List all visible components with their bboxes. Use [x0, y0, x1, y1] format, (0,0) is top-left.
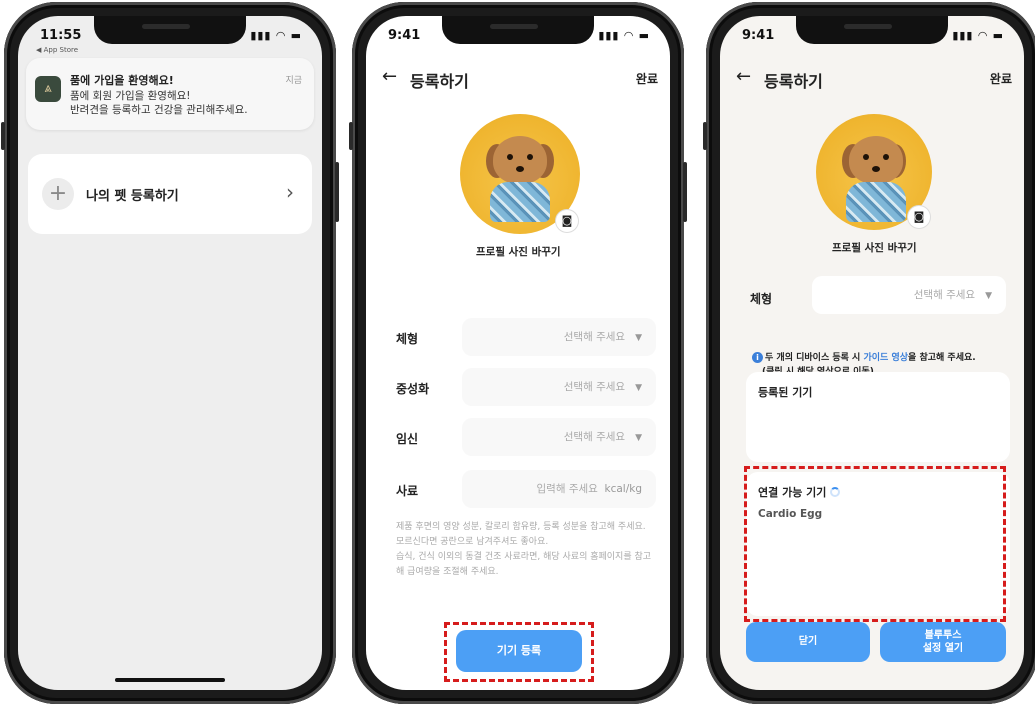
unit-label: kcal/kg — [604, 483, 643, 495]
pregnancy-select[interactable]: 선택해 주세요 ▼ — [462, 418, 656, 456]
dog-eye — [863, 154, 869, 160]
app-logo-icon: ⩓ — [35, 76, 61, 102]
highlight-box — [444, 622, 594, 682]
field-label-body-type: 체형 — [396, 332, 419, 346]
select-value: 선택해 주세요 — [563, 431, 626, 443]
dog-head — [493, 136, 547, 184]
dog-shirt — [490, 182, 550, 222]
back-arrow-icon[interactable]: ← — [382, 66, 397, 87]
open-bluetooth-settings-button[interactable]: 블루투스 설정 열기 — [880, 622, 1006, 662]
status-icons: ▮▮▮ ◠ ▬ — [250, 29, 302, 42]
register-my-pet-card[interactable]: + 나의 펫 등록하기 › — [28, 154, 312, 234]
page-title: 등록하기 — [410, 72, 469, 91]
home-screen: 11:55 ▮▮▮ ◠ ▬ ◀ App Store ⩓ 품에 가입을 환영해요!… — [18, 16, 322, 690]
side-button — [349, 122, 353, 150]
button-line: 설정 열기 — [922, 643, 964, 654]
plus-icon: + — [42, 178, 74, 210]
notch — [796, 16, 948, 44]
welcome-notification[interactable]: ⩓ 품에 가입을 환영해요! 품에 회원 가입을 환영해요! 반려견을 등록하고… — [26, 58, 314, 130]
side-button — [683, 162, 687, 222]
register-my-pet-label: 나의 펫 등록하기 — [86, 189, 179, 204]
field-label-feed: 사료 — [396, 484, 419, 498]
register-screen: 9:41 ▮▮▮ ◠ ▬ ← 등록하기 완료 ◙ 프로필 사진 바꾸기 체형 선… — [366, 16, 670, 690]
dog-shirt — [846, 182, 906, 222]
status-icons: ▮▮▮ ◠ ▬ — [598, 29, 650, 42]
guide-line: 모르신다면 공란으로 남겨주셔도 좋아요. — [396, 537, 549, 547]
close-button[interactable]: 닫기 — [746, 622, 870, 662]
notch — [442, 16, 594, 44]
registered-devices-title: 등록된 기기 — [758, 386, 813, 399]
back-arrow-icon[interactable]: ← — [736, 66, 751, 87]
device-connect-screen: 9:41 ▮▮▮ ◠ ▬ ← 등록하기 완료 ◙ 프로필 사진 바꾸기 체형 선… — [720, 16, 1024, 690]
field-label-neutered: 중성화 — [396, 382, 430, 396]
side-button — [703, 122, 707, 150]
dog-eye — [527, 154, 533, 160]
caret-down-icon: ▼ — [635, 383, 642, 393]
status-time: 9:41 — [388, 28, 421, 43]
feed-calorie-input[interactable]: 입력해 주세요 kcal/kg — [462, 470, 656, 508]
caret-down-icon: ▼ — [635, 333, 642, 343]
home-indicator[interactable] — [115, 678, 225, 682]
dog-eye — [507, 154, 513, 160]
change-profile-photo[interactable]: 프로필 사진 바꾸기 — [832, 240, 917, 255]
page-title: 등록하기 — [764, 72, 823, 91]
dog-nose — [872, 166, 880, 172]
guide-video-link[interactable]: 가이드 영상 — [863, 353, 908, 363]
notification-line: 반려견을 등록하고 건강을 관리해주세요. — [70, 104, 248, 116]
notice-text: 두 개의 디바이스 등록 시 — [765, 353, 861, 363]
feed-guide-text: 제품 후면의 영양 성분, 칼로리 함유량, 등록 성분을 참고해 주세요. 모… — [396, 520, 656, 580]
notification-line: 품에 회원 가입을 환영해요! — [70, 90, 191, 102]
dog-head — [849, 136, 903, 184]
camera-icon[interactable]: ◙ — [908, 206, 930, 228]
notification-time: 지금 — [285, 76, 302, 86]
side-button — [1, 122, 5, 150]
body-type-select[interactable]: 선택해 주세요 ▼ — [462, 318, 656, 356]
chevron-right-icon: › — [286, 180, 294, 204]
dog-nose — [516, 166, 524, 172]
phone-frame-notification: 11:55 ▮▮▮ ◠ ▬ ◀ App Store ⩓ 품에 가입을 환영해요!… — [1, 2, 339, 704]
phone-frame-register: 9:41 ▮▮▮ ◠ ▬ ← 등록하기 완료 ◙ 프로필 사진 바꾸기 체형 선… — [349, 2, 687, 704]
select-value: 선택해 주세요 — [913, 289, 976, 301]
highlight-box — [744, 466, 1006, 622]
two-device-guide-notice[interactable]: i두 개의 디바이스 등록 시 가이드 영상을 참고해 주세요. — [752, 350, 976, 363]
side-button — [335, 162, 339, 222]
status-time: 11:55 — [40, 28, 82, 43]
phone-frame-devices: 9:41 ▮▮▮ ◠ ▬ ← 등록하기 완료 ◙ 프로필 사진 바꾸기 체형 선… — [703, 2, 1035, 704]
select-value: 선택해 주세요 — [563, 381, 626, 393]
info-icon: i — [752, 352, 763, 363]
status-time: 9:41 — [742, 28, 775, 43]
notification-title: 품에 가입을 환영해요! — [70, 74, 174, 87]
button-line: 블루투스 — [924, 630, 962, 641]
done-button[interactable]: 완료 — [990, 70, 1012, 87]
status-icons: ▮▮▮ ◠ ▬ — [952, 29, 1004, 42]
guide-line: 제품 후면의 영양 성분, 칼로리 함유량, 등록 성분을 참고해 주세요. — [396, 522, 646, 532]
field-label-pregnancy: 임신 — [396, 432, 419, 446]
change-profile-photo[interactable]: 프로필 사진 바꾸기 — [476, 244, 561, 259]
select-value: 선택해 주세요 — [563, 331, 626, 343]
caret-down-icon: ▼ — [985, 291, 992, 301]
camera-icon[interactable]: ◙ — [556, 210, 578, 232]
body-type-select[interactable]: 선택해 주세요 ▼ — [812, 276, 1006, 314]
done-button[interactable]: 완료 — [636, 70, 658, 87]
dog-eye — [883, 154, 889, 160]
field-label-body-type: 체형 — [750, 292, 773, 306]
notch — [94, 16, 246, 44]
caret-down-icon: ▼ — [635, 433, 642, 443]
neutered-select[interactable]: 선택해 주세요 ▼ — [462, 368, 656, 406]
back-to-app-store[interactable]: ◀ App Store — [36, 46, 78, 54]
registered-devices-panel: 등록된 기기 — [746, 372, 1010, 462]
notice-text: 을 참고해 주세요. — [908, 353, 976, 363]
input-placeholder: 입력해 주세요 — [536, 483, 598, 495]
guide-line: 습식, 건식 이외의 동결 건조 사료라면, 해당 사료의 홈페이지를 참고해 … — [396, 552, 652, 577]
